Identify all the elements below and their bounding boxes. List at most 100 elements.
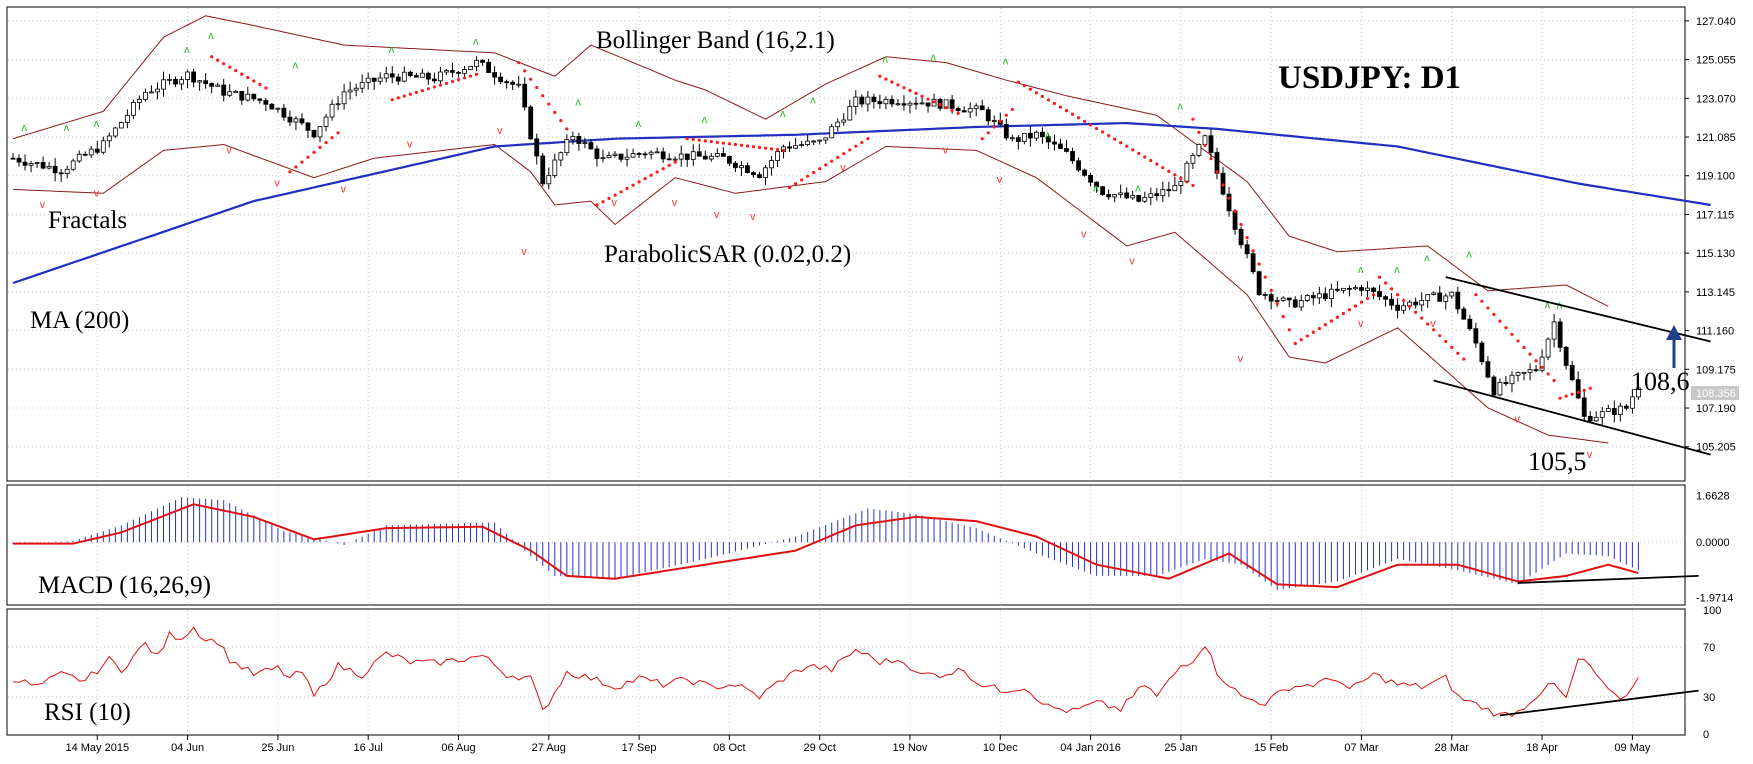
- candle: [118, 121, 124, 129]
- sar-dot: [1317, 326, 1321, 331]
- sar-dot: [559, 119, 563, 123]
- sar-dot: [980, 137, 984, 141]
- candle-body: [209, 83, 215, 87]
- candle: [1184, 160, 1190, 183]
- sar-dot: [1143, 155, 1147, 159]
- sar-dot: [438, 83, 443, 87]
- sar-dot: [1287, 328, 1291, 332]
- sar-dot: [625, 186, 629, 191]
- candle-body: [1130, 195, 1136, 199]
- sar-dot: [1456, 351, 1460, 355]
- sar-dot: [1498, 319, 1502, 323]
- sar-dot: [523, 69, 527, 73]
- sar-dot: [854, 144, 858, 148]
- candle-body: [413, 75, 419, 78]
- candle-body: [1172, 185, 1178, 192]
- candle-body: [275, 107, 281, 110]
- candle-body: [1623, 405, 1629, 409]
- fractal-down-marker: v: [521, 246, 527, 258]
- sar-dot: [733, 142, 738, 147]
- price-tick-label: 109.175: [1696, 364, 1736, 376]
- sar-dot: [775, 148, 780, 152]
- sar-dot: [818, 167, 822, 171]
- candle-body: [1052, 141, 1057, 145]
- sar-dot: [1010, 107, 1014, 112]
- candle-body: [462, 69, 467, 74]
- candle-body: [594, 148, 600, 159]
- candle-body: [1413, 301, 1419, 306]
- sar-dot: [462, 76, 467, 80]
- candle: [1545, 337, 1551, 361]
- sar-dot: [1064, 109, 1069, 113]
- candle-body: [1082, 169, 1087, 176]
- candle-body: [570, 135, 576, 141]
- candle-body: [1003, 123, 1009, 139]
- price-tick-label: 115.130: [1696, 248, 1735, 260]
- time-tick-label: 17 Sep: [622, 742, 657, 754]
- fractal-up-marker: ʌ: [636, 118, 642, 130]
- sar-dot: [1191, 117, 1195, 121]
- price-tick-label: 127.040: [1696, 16, 1736, 28]
- candle-body: [961, 110, 967, 113]
- candle-body: [1027, 132, 1033, 139]
- sar-dot: [1101, 130, 1105, 134]
- candle-body: [1076, 160, 1081, 171]
- sar-dot: [926, 97, 930, 101]
- candle-body: [1250, 253, 1256, 273]
- sar-dot: [884, 77, 888, 81]
- sar-dot: [1516, 339, 1520, 343]
- candle-body: [1322, 293, 1328, 300]
- fractal-up-marker: ʌ: [810, 95, 816, 107]
- sar-dot: [715, 140, 719, 144]
- sar-dot: [830, 159, 834, 163]
- candle-body: [1015, 137, 1021, 143]
- sar-dot: [402, 94, 406, 98]
- sar-dot: [619, 190, 623, 194]
- candle-body: [1341, 287, 1346, 291]
- candle-body: [1629, 396, 1635, 409]
- time-tick-label: 18 Apr: [1526, 742, 1558, 754]
- sar-dot: [1076, 116, 1081, 120]
- sar-dot: [667, 163, 671, 167]
- candle-body: [588, 142, 594, 150]
- candle-body: [257, 98, 263, 101]
- candle-body: [751, 172, 756, 176]
- sar-dot: [1504, 326, 1508, 330]
- sar-dot: [306, 155, 310, 159]
- price-tick-label: 107.190: [1696, 403, 1736, 415]
- usdjpy-chart: ʌʌʌʌʌʌʌʌʌʌʌʌʌʌʌʌʌʌʌʌʌʌʌʌʌʌvvvvvvvvvvvvvv…: [6, 6, 1739, 754]
- candle-body: [149, 91, 154, 94]
- candle-body: [979, 105, 985, 111]
- sar-dot: [1552, 378, 1556, 383]
- candle-body: [1070, 151, 1075, 162]
- candle-body: [1196, 143, 1202, 156]
- candle-body: [1395, 304, 1400, 311]
- time-tick-label: 07 Mar: [1344, 742, 1379, 754]
- fractal-up-marker: ʌ: [1003, 56, 1009, 68]
- sar-dot: [685, 137, 689, 141]
- fractal-up-marker: ʌ: [64, 122, 70, 134]
- candle: [1100, 186, 1106, 196]
- sar-dot: [661, 167, 665, 171]
- sar-dot: [1046, 98, 1051, 102]
- candle-body: [702, 155, 708, 160]
- candle-body: [203, 80, 209, 84]
- candle-body: [648, 151, 654, 155]
- candle-body: [1563, 346, 1569, 366]
- candle-body: [1605, 408, 1611, 412]
- candle-body: [76, 153, 82, 162]
- candle: [468, 66, 473, 71]
- candle-body: [1166, 189, 1172, 192]
- fractal-up-marker: ʌ: [292, 59, 298, 71]
- sar-dot: [553, 110, 557, 114]
- sar-dot: [1131, 148, 1135, 152]
- candle-body: [1184, 162, 1190, 183]
- candle-body: [359, 81, 365, 89]
- candle-body: [1383, 296, 1388, 300]
- candle-body: [239, 91, 245, 101]
- sar-dot: [1161, 166, 1165, 170]
- candle-body: [1581, 397, 1587, 417]
- sar-dot: [1137, 151, 1141, 156]
- fractal-down-marker: v: [1587, 449, 1593, 461]
- candle-body: [263, 99, 269, 105]
